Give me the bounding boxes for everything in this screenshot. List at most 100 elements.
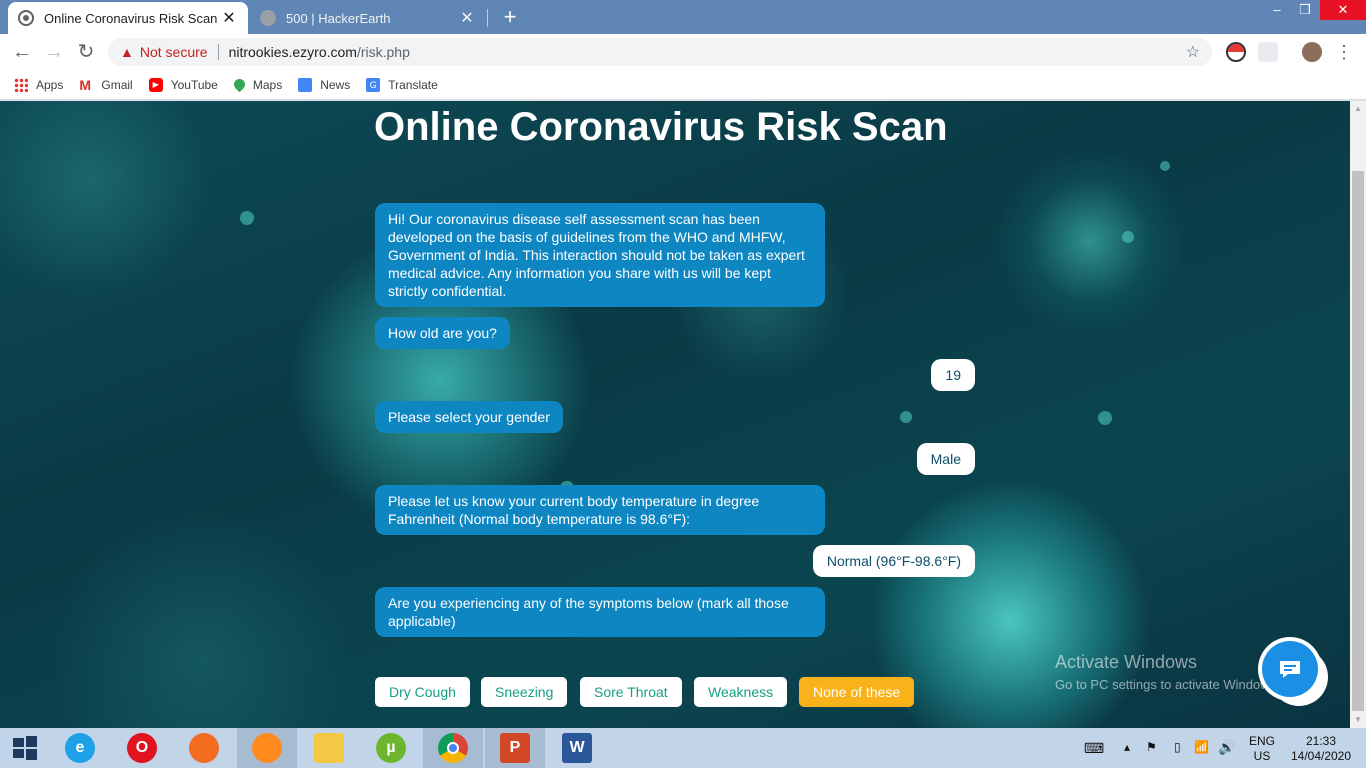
tab-hackerearth[interactable]: 500 | HackerEarth ✕ xyxy=(250,2,486,34)
tab-strip: Online Coronavirus Risk Scan ✕ 500 | Hac… xyxy=(0,0,1366,34)
url-path: /risk.php xyxy=(356,44,410,60)
bookmark-maps[interactable]: Maps xyxy=(231,76,283,93)
virus-spike xyxy=(1098,411,1112,425)
reload-button[interactable]: ↻ xyxy=(74,40,98,64)
scroll-down-icon[interactable]: ▼ xyxy=(1350,712,1366,728)
bookmark-translate[interactable]: G Translate xyxy=(366,77,438,92)
scroll-up-icon[interactable]: ▲ xyxy=(1350,101,1366,117)
maps-pin-icon xyxy=(231,76,248,93)
bookmark-star-icon[interactable]: ☆ xyxy=(1186,42,1200,62)
globe-icon xyxy=(260,10,276,26)
windows-logo-icon xyxy=(13,736,37,760)
page-scrollbar[interactable]: ▲ ▼ xyxy=(1350,101,1366,728)
bot-message-gender: Please select your gender xyxy=(375,401,563,433)
browser-toolbar: ← → ↻ ▲ Not secure nitrookies.ezyro.com/… xyxy=(0,34,1366,70)
forward-button[interactable]: → xyxy=(42,40,66,64)
page-title: Online Coronavirus Risk Scan xyxy=(374,105,948,149)
internet-explorer-icon[interactable]: e xyxy=(50,728,110,768)
virus-spike xyxy=(240,211,254,225)
profile-avatar[interactable] xyxy=(1302,42,1322,62)
clock-date: 14/04/2020 xyxy=(1290,749,1352,763)
chat-bubble-icon xyxy=(1262,641,1318,697)
bot-message-intro: Hi! Our coronavirus disease self assessm… xyxy=(375,203,825,307)
opera-icon[interactable]: O xyxy=(112,728,172,768)
option-dry-cough[interactable]: Dry Cough xyxy=(375,677,470,707)
address-divider xyxy=(217,44,219,60)
windows-taskbar: e O µ P W ⌨ ▴ ⚑ ▯ 📶 🔊 ENG US 21:33 14/04… xyxy=(0,728,1366,768)
battery-icon[interactable]: ▯ xyxy=(1174,728,1188,768)
option-sneezing[interactable]: Sneezing xyxy=(481,677,568,707)
menu-kebab-icon[interactable]: ⋮ xyxy=(1332,40,1356,64)
option-weakness[interactable]: Weakness xyxy=(694,677,788,707)
option-none-of-these[interactable]: None of these xyxy=(799,677,915,707)
bookmark-apps[interactable]: Apps xyxy=(14,77,64,92)
file-explorer-icon[interactable] xyxy=(299,728,359,768)
bookmark-label: Maps xyxy=(252,77,283,92)
pokeball-extension-icon[interactable] xyxy=(1226,42,1246,62)
bookmarks-bar: Apps M Gmail ▶ YouTube Maps News G Trans… xyxy=(0,70,1366,100)
bookmark-label: News xyxy=(320,77,351,92)
language-code: ENG xyxy=(1248,734,1275,748)
watermark-subtitle: Go to PC settings to activate Windows. xyxy=(1055,677,1280,692)
watermark-title: Activate Windows xyxy=(1055,652,1198,672)
tab-risk-scan[interactable]: Online Coronavirus Risk Scan ✕ xyxy=(8,2,248,34)
touch-keyboard-icon[interactable]: ⌨ xyxy=(1084,728,1112,768)
bookmark-gmail[interactable]: M Gmail xyxy=(79,78,132,92)
activate-windows-watermark: Activate Windows Go to PC settings to ac… xyxy=(1055,652,1280,692)
virus-spike xyxy=(1160,161,1170,171)
virus-spike xyxy=(900,411,912,423)
region-code: US xyxy=(1253,749,1271,763)
minimize-button[interactable]: – xyxy=(1262,0,1292,20)
firefox-icon[interactable] xyxy=(237,728,297,768)
bookmark-label: Translate xyxy=(388,77,438,92)
bookmark-label: YouTube xyxy=(170,77,218,92)
new-tab-button[interactable]: + xyxy=(498,5,522,29)
word-icon[interactable]: W xyxy=(547,728,607,768)
chat-launcher-button[interactable] xyxy=(1258,637,1322,701)
bookmark-news[interactable]: News xyxy=(298,77,351,92)
warning-icon[interactable]: ▲ xyxy=(120,44,134,60)
youtube-icon: ▶ xyxy=(148,77,163,92)
page-viewport: Online Coronavirus Risk Scan Hi! Our cor… xyxy=(0,101,1350,728)
bookmark-youtube[interactable]: ▶ YouTube xyxy=(148,77,218,92)
action-center-flag-icon[interactable]: ⚑ xyxy=(1146,728,1162,768)
scroll-thumb[interactable] xyxy=(1352,171,1364,711)
bookmark-label: Apps xyxy=(36,77,64,92)
cast-extension-icon[interactable] xyxy=(1258,42,1278,62)
globe-icon xyxy=(18,10,34,26)
option-sore-throat[interactable]: Sore Throat xyxy=(580,677,682,707)
url-text[interactable]: nitrookies.ezyro.com/risk.php xyxy=(229,44,410,60)
powerpoint-icon[interactable]: P xyxy=(485,728,545,768)
user-reply-age: 19 xyxy=(931,359,975,391)
window-close-button[interactable]: ✕ xyxy=(1320,0,1366,20)
user-reply-temperature: Normal (96°F-98.6°F) xyxy=(812,545,975,577)
bookmark-label: Gmail xyxy=(101,77,133,92)
virus-spike xyxy=(1122,231,1134,243)
maximize-button[interactable]: ❐ xyxy=(1290,0,1320,20)
tab-close-icon[interactable]: ✕ xyxy=(220,8,238,28)
volume-icon[interactable]: 🔊 xyxy=(1218,728,1236,768)
firefox-developer-icon[interactable] xyxy=(174,728,234,768)
user-reply-gender: Male xyxy=(916,443,975,475)
translate-icon: G xyxy=(366,77,381,92)
chrome-icon[interactable] xyxy=(423,728,483,768)
bot-message-age: How old are you? xyxy=(375,317,510,349)
clock-time: 21:33 xyxy=(1305,734,1337,748)
network-signal-icon[interactable]: 📶 xyxy=(1194,728,1210,768)
input-language[interactable]: ENG US xyxy=(1246,728,1278,768)
tab-close-icon[interactable]: ✕ xyxy=(458,8,476,28)
back-button[interactable]: ← xyxy=(10,40,34,64)
tab-title: Online Coronavirus Risk Scan xyxy=(44,10,218,26)
show-hidden-icons[interactable]: ▴ xyxy=(1124,728,1138,768)
security-status[interactable]: Not secure xyxy=(140,44,208,60)
tab-divider xyxy=(487,9,488,27)
tab-title: 500 | HackerEarth xyxy=(286,10,391,26)
address-bar[interactable]: ▲ Not secure nitrookies.ezyro.com/risk.p… xyxy=(108,38,1212,66)
bot-message-symptoms: Are you experiencing any of the symptoms… xyxy=(375,587,825,637)
apps-grid-icon xyxy=(14,77,28,92)
system-clock[interactable]: 21:33 14/04/2020 xyxy=(1284,728,1358,768)
news-icon xyxy=(298,77,313,92)
utorrent-icon[interactable]: µ xyxy=(361,728,421,768)
bot-message-temperature: Please let us know your current body tem… xyxy=(375,485,825,535)
start-button[interactable] xyxy=(0,728,50,768)
